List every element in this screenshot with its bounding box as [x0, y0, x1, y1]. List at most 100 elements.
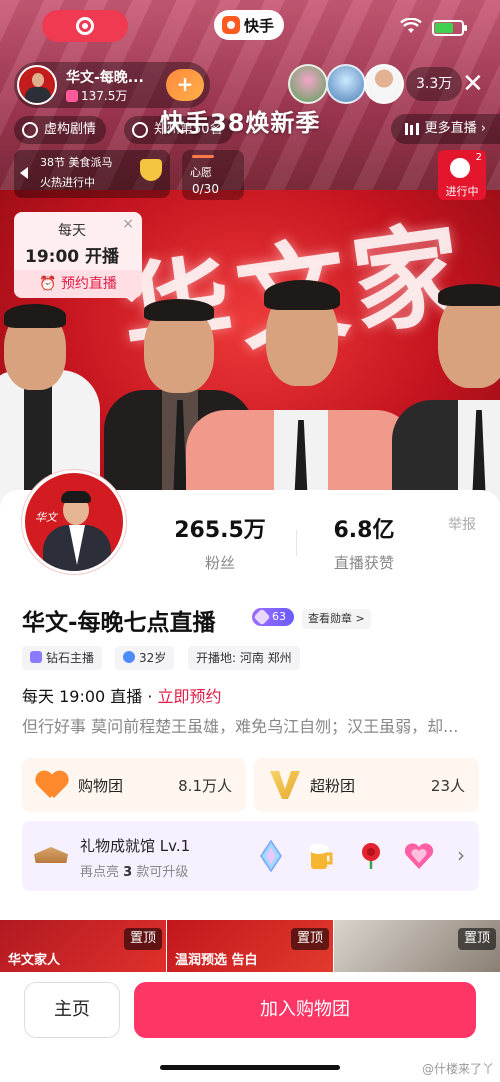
viewer-avatar[interactable]: [288, 64, 328, 104]
home-indicator[interactable]: [160, 1065, 340, 1070]
beer-gift-icon: [309, 844, 333, 869]
profile-bio[interactable]: 但行好事 莫问前程楚王虽雄，难免乌江自刎；汉王虽弱，却...: [22, 713, 482, 737]
superfan-group-name: 超粉团: [310, 777, 356, 795]
wish-progress-bar: [192, 155, 214, 158]
reminder-time: 19:00 开播: [24, 247, 120, 267]
story-chip-label: 虚构剧情: [44, 122, 97, 137]
chevron-left-icon: [20, 167, 28, 179]
pinned-badge: 置顶: [457, 928, 496, 950]
fans-value: 265.5万: [174, 518, 266, 543]
performer-center: [186, 270, 416, 520]
likes-stat[interactable]: 6.8亿 直播获赞: [318, 512, 410, 573]
live-avatar: [450, 158, 470, 178]
host-avatar[interactable]: [17, 65, 57, 105]
wish-widget[interactable]: 心愿 0/30: [182, 150, 244, 200]
superfan-v-icon: [270, 771, 300, 799]
book-live-label: 预约直播: [60, 276, 117, 292]
follow-button[interactable]: +: [166, 69, 204, 101]
gift-achievement-card[interactable]: 礼物成就馆 Lv.1 再点亮 3 款可升级 ›: [22, 821, 479, 891]
app-name: 快手: [244, 16, 275, 35]
host-likes: 137.5万: [66, 87, 127, 104]
status-bar: 快手: [0, 10, 500, 44]
superfan-group-card[interactable]: 超粉团 23人: [254, 758, 479, 812]
wifi-icon: [400, 17, 422, 39]
bottom-action-bar: 主页 加入购物团 @什楼来了丫: [0, 972, 500, 1082]
more-live-label: 更多直播: [424, 121, 477, 136]
clock-icon: [132, 122, 148, 138]
live-count-badge: 2: [475, 152, 482, 163]
shopping-heart-icon: [36, 772, 68, 798]
close-icon[interactable]: ✕: [462, 70, 484, 98]
live-now-label: 进行中: [445, 185, 479, 198]
event-rank-widget[interactable]: 38节 美食派马 火热进行中: [14, 150, 170, 198]
schedule-reminder-card[interactable]: × 每天 19:00 开播 ⏰ 预约直播: [14, 212, 142, 298]
app-pill[interactable]: 快手: [214, 10, 285, 40]
pinned-badge: 置顶: [290, 928, 329, 950]
fans-stat[interactable]: 265.5万 粉丝: [172, 512, 268, 573]
host-likes-value: 137.5万: [81, 89, 128, 103]
pinned-videos-strip: 华文家人 置顶 温润预选 告白 置顶 置顶: [0, 920, 500, 972]
video-caption: 华文家人: [8, 953, 61, 968]
tag-diamond: 钻石主播: [22, 646, 103, 670]
likes-value: 6.8亿: [333, 518, 395, 543]
tag-age: 32岁: [115, 646, 175, 670]
host-info[interactable]: 华文-每晚... 137.5万 +: [14, 62, 210, 108]
tag-location-label: 开播地: 河南 郑州: [196, 651, 292, 665]
live-bars-icon: [404, 123, 419, 135]
level-badge[interactable]: 63: [252, 608, 294, 626]
viewer-avatar[interactable]: [326, 64, 366, 104]
shopping-group-name: 购物团: [78, 777, 124, 795]
view-medals-link[interactable]: 查看勋章 >: [302, 609, 371, 629]
home-button[interactable]: 主页: [24, 982, 120, 1038]
event-banner-title: 快手38焕新季: [160, 109, 321, 137]
stat-divider: [296, 530, 297, 556]
story-chip[interactable]: 虚构剧情: [14, 116, 107, 144]
profile-name: 华文-每晚七点直播: [22, 610, 216, 636]
screen-record-indicator[interactable]: [42, 10, 128, 42]
live-now-widget[interactable]: 2 进行中: [438, 150, 486, 200]
pinned-badge: 置顶: [123, 928, 162, 950]
record-icon: [76, 17, 94, 35]
viewer-count[interactable]: 3.3万: [406, 67, 463, 101]
book-live-button[interactable]: ⏰ 预约直播: [14, 270, 142, 298]
rank-line-2: 火热进行中: [40, 176, 95, 189]
heart-gift-icon: [404, 843, 434, 869]
avatar-signature: 华文: [35, 511, 57, 524]
battery-icon: [432, 20, 467, 36]
weibo-watermark: @什楼来了丫: [421, 1062, 494, 1076]
reminder-frequency: 每天: [58, 223, 86, 239]
gender-icon: [123, 651, 135, 663]
superfan-group-count: 23人: [430, 777, 465, 795]
schedule-text: 每天 19:00 直播 ·: [22, 687, 158, 706]
tag-age-label: 32岁: [139, 651, 167, 665]
report-link[interactable]: 举报: [448, 514, 476, 534]
shopping-group-count: 8.1万人: [178, 777, 232, 795]
profile-avatar[interactable]: 华文: [22, 470, 126, 574]
video-caption: 温润预选 告白: [175, 953, 258, 968]
pinned-video[interactable]: 置顶: [334, 920, 500, 972]
tag-location: 开播地: 河南 郑州: [188, 646, 300, 670]
rose-gift-icon: [362, 843, 380, 869]
kuaishou-logo-icon: [222, 16, 240, 34]
trophy-icon: [140, 159, 162, 181]
pinned-video[interactable]: 温润预选 告白 置顶: [167, 920, 333, 972]
viewer-avatar[interactable]: [364, 64, 404, 104]
chevron-right-icon[interactable]: ›: [457, 843, 465, 867]
gift-hall-icon: [34, 847, 68, 863]
tag-diamond-label: 钻石主播: [46, 651, 95, 665]
join-shopping-group-button[interactable]: 加入购物团: [134, 982, 476, 1038]
gift-hall-title: 礼物成就馆 Lv.1: [80, 837, 191, 855]
rank-line-1: 38节 美食派马: [40, 156, 113, 169]
wish-count: 0/30: [192, 182, 219, 196]
diamond-icon: [30, 651, 42, 663]
more-live-button[interactable]: 更多直播 ›: [390, 114, 500, 144]
fans-label: 粉丝: [204, 554, 235, 572]
crystal-gift-icon: [260, 839, 282, 873]
shopping-group-card[interactable]: 购物团 8.1万人: [22, 758, 246, 812]
performer-right: [392, 270, 500, 520]
wish-label: 心愿: [190, 166, 212, 179]
pinned-video[interactable]: 华文家人 置顶: [0, 920, 166, 972]
book-now-link[interactable]: 立即预约: [158, 687, 222, 706]
heart-icon: [66, 89, 78, 102]
gift-hall-subtitle: 再点亮 3 款可升级: [80, 865, 189, 880]
